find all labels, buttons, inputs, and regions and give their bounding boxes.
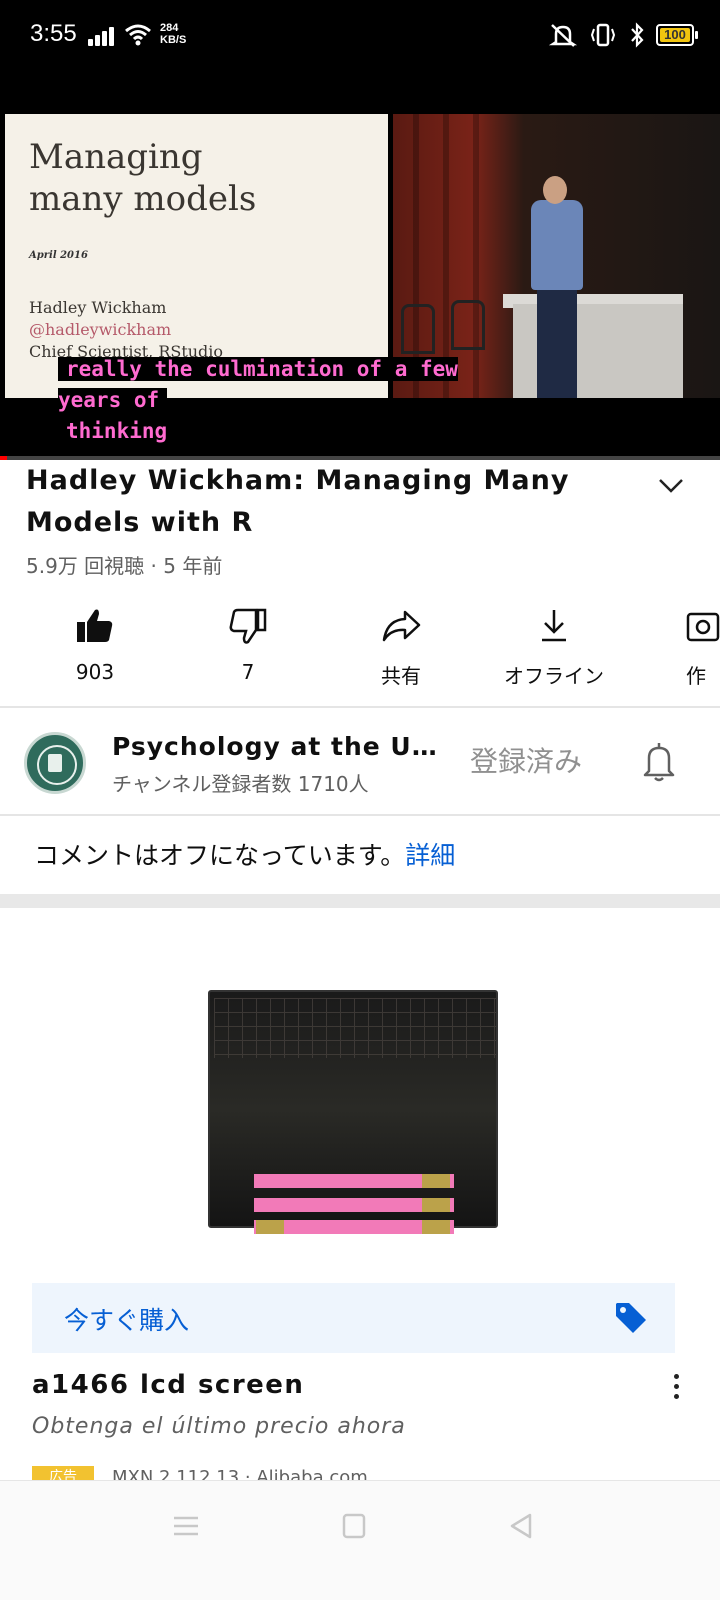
subscribed-button[interactable]: 登録済み [470,740,582,780]
tag-icon [616,1303,646,1333]
download-button[interactable]: オフライン [479,600,629,700]
video-caption: really the culmination of a few years of… [58,357,458,443]
channel-name[interactable]: Psychology at the Univ... [112,732,452,761]
signal-icon [88,24,116,46]
bell-icon[interactable] [640,740,678,782]
share-label: 共有 [381,664,421,688]
video-meta: 5.9万 回視聴 · 5 年前 [26,554,223,578]
action-row: 903 7 共有 オフライン 作 [0,600,720,700]
video-title[interactable]: Hadley Wickham: Managing Many Models wit… [26,460,636,544]
buy-now-button[interactable]: 今すぐ購入 [32,1283,675,1353]
ad-badge: 広告 [32,1466,94,1480]
slide-date: April 2016 [29,250,88,261]
download-icon [542,610,566,642]
like-count: 903 [75,660,115,684]
dislike-count: 7 [241,660,255,684]
thumbs-down-icon [229,608,267,644]
channel-subscribers: チャンネル登録者数 1710人 [112,772,369,796]
chevron-down-icon[interactable] [658,476,684,496]
more-options-icon[interactable] [674,1374,680,1400]
create-label: 作 [686,664,706,688]
divider [0,814,720,816]
share-button[interactable]: 共有 [326,600,476,700]
vibrate-icon [590,23,616,47]
status-time: 3:55 [30,20,77,47]
video-player[interactable]: Managing many models April 2016 Hadley W… [0,72,720,460]
ad-title[interactable]: a1466 lcd screen [32,1370,304,1400]
menu-icon[interactable] [166,1511,206,1541]
system-nav-bar [0,1480,720,1600]
comments-off-text: コメントはオフになっています。 [34,841,406,870]
details-link[interactable]: 詳細 [405,841,455,870]
slide-handle: @hadleywickham [29,320,172,339]
buy-now-label: 今すぐ購入 [64,1306,190,1335]
divider [0,706,720,708]
section-gap [0,894,720,908]
like-button[interactable]: 903 [20,600,170,700]
thumbs-up-icon [77,609,113,642]
share-icon [382,610,421,642]
bluetooth-icon [631,22,644,48]
ad-product-image[interactable] [206,990,502,1240]
download-label: オフライン [504,664,604,688]
back-icon[interactable] [502,1511,542,1541]
channel-avatar[interactable] [24,732,86,794]
net-speed: 284 KB/S [160,22,187,46]
status-bar: 3:55 284 KB/S 100 [0,0,720,72]
wifi-icon [125,24,151,46]
comments-disabled-notice: コメントはオフになっています。詳細 [34,836,455,872]
ad-source: MXN 2,112.13 · Alibaba.com [112,1467,368,1480]
channel-row[interactable]: Psychology at the Univ... チャンネル登録者数 1710… [0,710,720,814]
progress-played [0,456,8,460]
dislike-button[interactable]: 7 [173,600,323,700]
create-icon [686,612,720,642]
ad-subtitle: Obtenga el último precio ahora [32,1414,406,1439]
slide-title: Managing many models [29,137,257,219]
battery-icon: 100 [656,24,698,46]
home-icon[interactable] [334,1511,374,1541]
slide-speaker: Hadley Wickham [29,298,167,317]
create-button[interactable]: 作 [632,600,720,700]
mute-icon [548,24,578,47]
